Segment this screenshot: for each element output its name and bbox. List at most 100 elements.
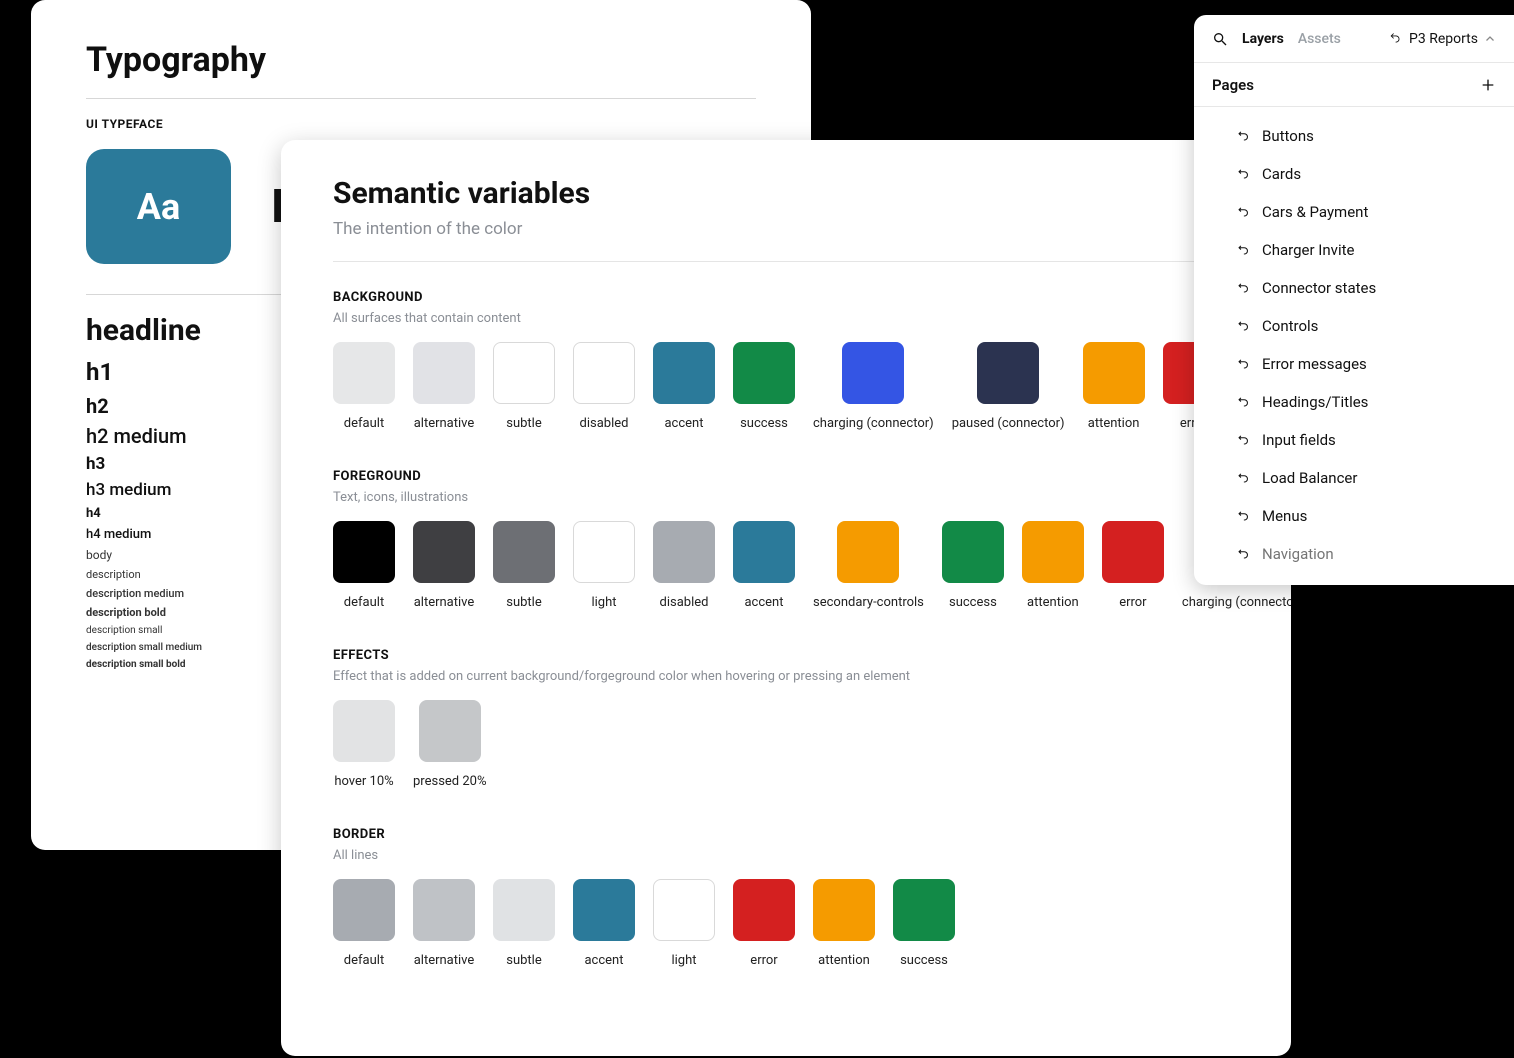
project-selector[interactable]: P3 Reports [1389,31,1496,47]
section-desc-border: All lines [333,848,1239,863]
page-item[interactable]: Controls [1194,307,1514,345]
swatch-label: attention [1027,595,1079,610]
color-chip [493,879,555,941]
page-item[interactable]: Connector states [1194,269,1514,307]
color-swatch: accent [653,342,715,431]
tab-assets[interactable]: Assets [1298,31,1341,47]
swatch-label: pressed 20% [413,774,486,789]
section-desc-background: All surfaces that contain content [333,311,1239,326]
pages-header: Pages [1194,63,1514,107]
color-swatch: paused (connector) [952,342,1065,431]
color-chip [733,521,795,583]
page-link-icon [1238,167,1252,181]
color-chip [942,521,1004,583]
page-link-icon [1238,281,1252,295]
color-swatch: alternative [413,879,475,968]
swatch-label: accent [664,416,703,431]
color-swatch: light [653,879,715,968]
pages-list: Buttons Cards Cars & Payment Charger Invite… [1194,107,1514,585]
section-title-background: BACKGROUND [333,290,1239,305]
color-chip [413,879,475,941]
color-chip [1102,521,1164,583]
add-page-button[interactable] [1480,77,1496,93]
page-item[interactable]: Menus [1194,497,1514,535]
color-chip [893,879,955,941]
swatch-label: charging (connector) [813,416,934,431]
swatch-label: alternative [414,416,475,431]
swatch-label: alternative [414,595,475,610]
page-item[interactable]: Load Balancer [1194,459,1514,497]
swatch-label: accent [584,953,623,968]
panel-header: Layers Assets P3 Reports [1194,15,1514,63]
swatch-label: charging (connector) [1182,595,1291,610]
layers-panel: Layers Assets P3 Reports Pages Buttons Ca… [1194,15,1514,585]
color-chip [1022,521,1084,583]
color-chip [413,521,475,583]
section-title-foreground: FOREGROUND [333,469,1239,484]
color-swatch: default [333,342,395,431]
color-swatch: attention [1083,342,1145,431]
page-link-icon [1238,471,1252,485]
page-item-label: Charger Invite [1262,241,1354,259]
page-item-label: Connector states [1262,279,1376,297]
page-item[interactable]: Buttons [1194,117,1514,155]
search-icon[interactable] [1212,31,1228,47]
swatch-label: error [1119,595,1146,610]
color-chip [653,879,715,941]
page-item-label: Buttons [1262,127,1314,145]
swatch-label: alternative [414,953,475,968]
page-item[interactable]: Navigation [1194,535,1514,573]
semantic-variables-card: Semantic variables The intention of the … [281,140,1291,1056]
swatch-label: subtle [506,953,541,968]
page-link-icon [1238,129,1252,143]
section-desc-foreground: Text, icons, illustrations [333,490,1239,505]
page-item[interactable]: Input fields [1194,421,1514,459]
page-item[interactable]: Error messages [1194,345,1514,383]
swatch-label: hover 10% [334,774,393,789]
color-swatch: accent [733,521,795,610]
color-chip [493,521,555,583]
color-swatch: error [1102,521,1164,610]
swatch-label: attention [1088,416,1140,431]
swatch-label: success [949,595,997,610]
tab-layers[interactable]: Layers [1242,31,1284,47]
color-chip [333,342,395,404]
swatch-label: disabled [580,416,629,431]
color-swatch: alternative [413,342,475,431]
typeface-preview-tile: Aa [86,149,231,264]
page-link-icon [1238,433,1252,447]
semantic-caption: The intention of the color [333,219,1239,239]
page-item[interactable]: Charger Invite [1194,231,1514,269]
color-chip [333,879,395,941]
swatch-row-background: defaultalternativesubtledisabledaccentsu… [333,342,1239,431]
page-item[interactable]: Cards [1194,155,1514,193]
color-swatch: secondary-controls [813,521,924,610]
color-chip [413,342,475,404]
section-title-border: BORDER [333,827,1239,842]
page-item-label: Error messages [1262,355,1367,373]
color-chip [733,879,795,941]
swatch-label: default [344,953,384,968]
page-item-label: Input fields [1262,431,1336,449]
semantic-title: Semantic variables [333,176,1239,211]
page-item[interactable]: Cars & Payment [1194,193,1514,231]
color-swatch: success [942,521,1004,610]
color-chip [573,342,635,404]
color-swatch: alternative [413,521,475,610]
color-swatch: charging (connector) [813,342,934,431]
divider [86,98,756,99]
swatch-label: light [671,953,696,968]
page-item-label: Cards [1262,165,1301,183]
page-item-label: Headings/Titles [1262,393,1368,411]
page-item[interactable]: Headings/Titles [1194,383,1514,421]
color-chip [493,342,555,404]
swatch-label: error [750,953,777,968]
color-chip [653,521,715,583]
swatch-label: paused (connector) [952,416,1065,431]
color-swatch: default [333,879,395,968]
page-link-icon [1238,509,1252,523]
swatch-row-foreground: defaultalternativesubtlelightdisabledacc… [333,521,1239,610]
page-link-icon [1238,319,1252,333]
page-item-label: Cars & Payment [1262,203,1368,221]
color-chip [573,521,635,583]
